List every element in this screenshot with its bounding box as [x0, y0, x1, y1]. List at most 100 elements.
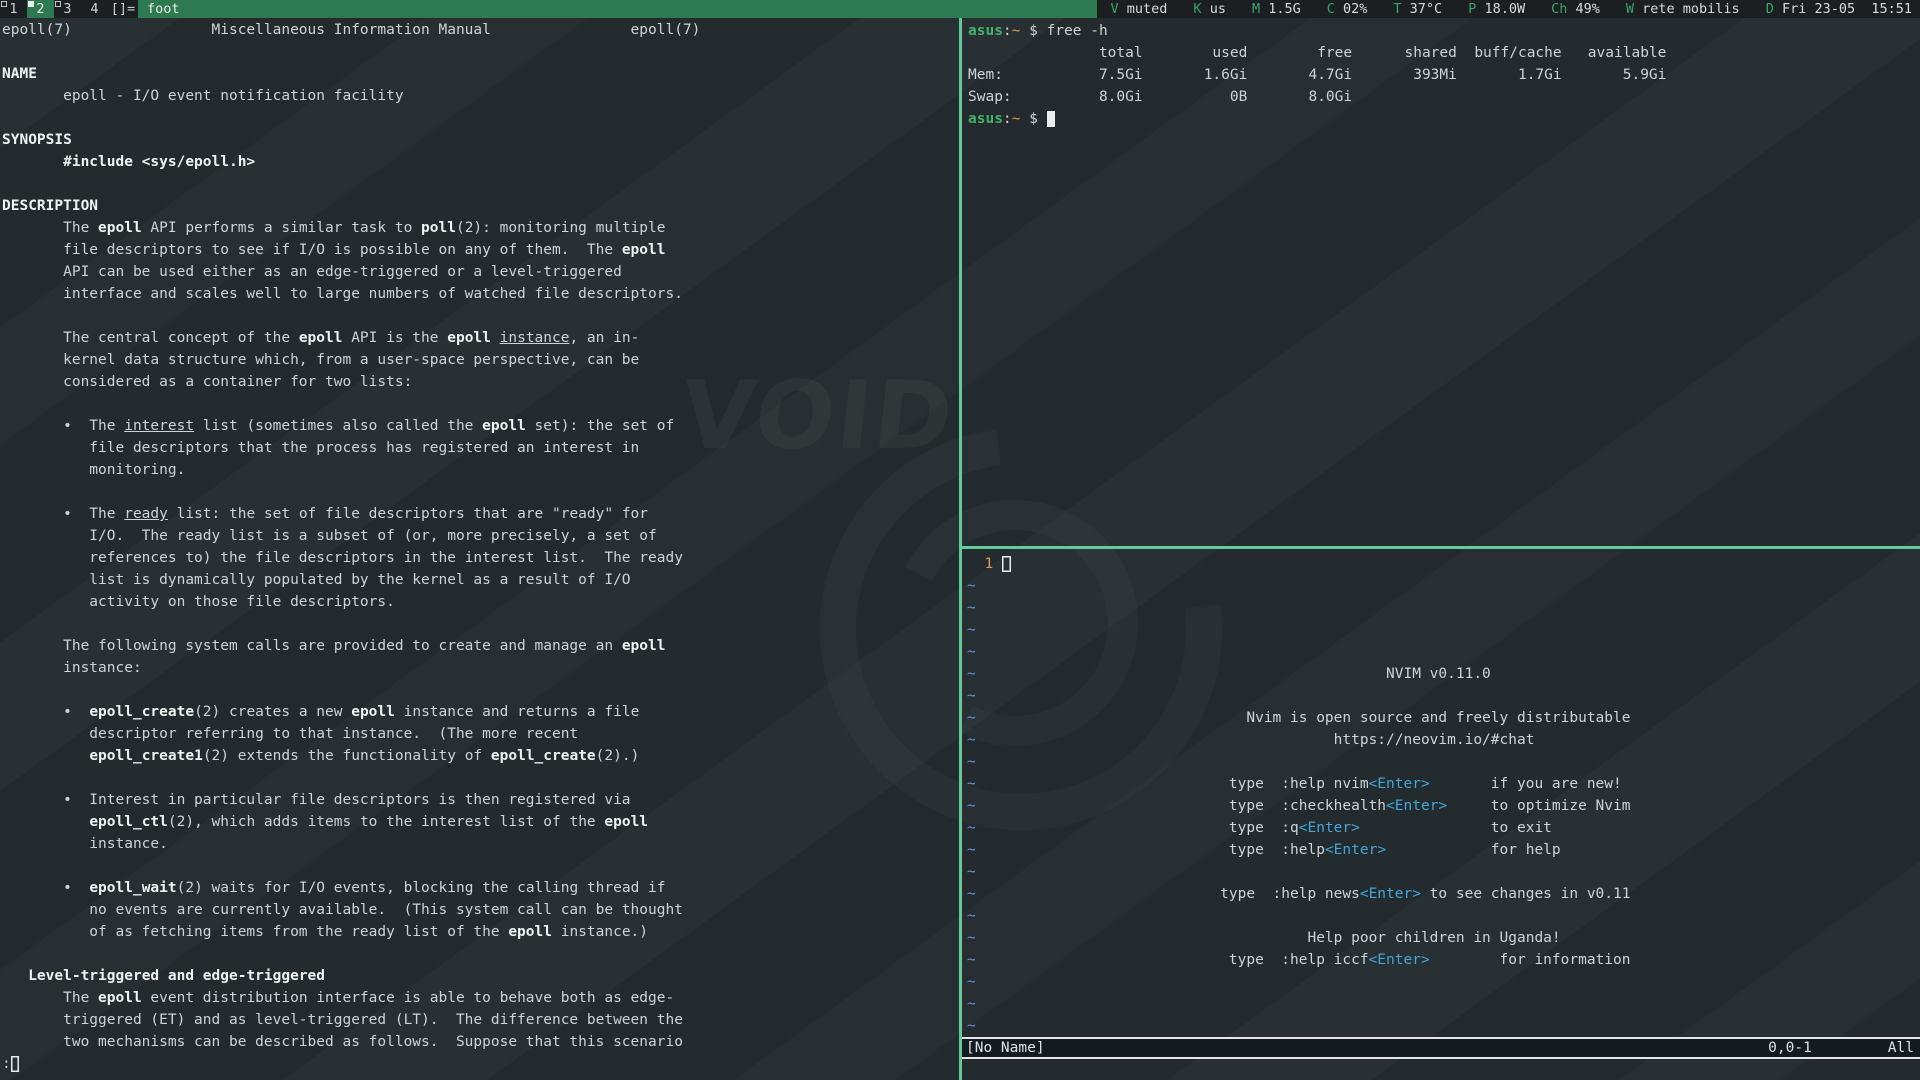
status-segment-Ch: Ch 49%	[1551, 0, 1600, 18]
man-line: • Interest in particular file descriptor…	[2, 789, 960, 811]
man-line: kernel data structure which, from a user…	[2, 349, 960, 371]
tag-indicator	[55, 1, 61, 7]
nvim-line: ~ Nvim is open source and freely distrib…	[967, 707, 1920, 729]
man-line: Level-triggered and edge-triggered	[2, 965, 960, 987]
man-line	[2, 107, 960, 129]
nvim-line: ~ Help poor children in Uganda!	[967, 927, 1920, 949]
nvim-line: ~ type :help<Enter> for help	[967, 839, 1920, 861]
man-line: API can be used either as an edge-trigge…	[2, 261, 960, 283]
man-line: list is dynamically populated by the ker…	[2, 569, 960, 591]
man-line: epoll(7) Miscellaneous Information Manua…	[2, 19, 960, 41]
tag-4[interactable]: 4	[81, 0, 108, 18]
status-segment-T: T 37°C	[1393, 0, 1442, 18]
nvim-line: ~	[967, 861, 1920, 883]
terminal-man-epoll[interactable]: epoll(7) Miscellaneous Information Manua…	[0, 18, 960, 1080]
man-line: two mechanisms can be described as follo…	[2, 1031, 960, 1053]
man-line	[2, 767, 960, 789]
man-line	[2, 41, 960, 63]
nvim-line: ~	[967, 905, 1920, 927]
status-segment-V: V muted	[1111, 0, 1168, 18]
nvim-line: ~	[967, 993, 1920, 1015]
status-segment-W: W rete mobilis	[1626, 0, 1740, 18]
man-line: triggered (ET) and as level-triggered (L…	[2, 1009, 960, 1031]
man-line: I/O. The ready list is a subset of (or, …	[2, 525, 960, 547]
man-line	[2, 481, 960, 503]
man-line: DESCRIPTION	[2, 195, 960, 217]
status-segment-D: D Fri 23-05 15:51	[1766, 0, 1912, 18]
man-line: The epoll API performs a similar task to…	[2, 217, 960, 239]
status-bar: 1234 []= foot V muted K us M 1.5G C 02% T 37…	[0, 0, 1920, 18]
nvim-line: ~ NVIM v0.11.0	[967, 663, 1920, 685]
terminal-free[interactable]: asus:~ $ free -h total used free shared …	[962, 18, 1920, 548]
tag-list: 1234	[0, 0, 108, 18]
terminal-line: asus:~ $ free -h	[968, 20, 1920, 42]
man-line: no events are currently available. (This…	[2, 899, 960, 921]
man-line	[2, 173, 960, 195]
man-line: epoll - I/O event notification facility	[2, 85, 960, 107]
man-line: epoll_create1(2) extends the functionali…	[2, 745, 960, 767]
man-line: file descriptors that the process has re…	[2, 437, 960, 459]
desktop: VOID 1234 []= foot V mutedK usM 1.5GC 02…	[0, 0, 1920, 1080]
buffer-name: [No Name]	[966, 1039, 1045, 1057]
status-segment-M: M 1.5G	[1252, 0, 1301, 18]
man-line: • epoll_wait(2) waits for I/O events, bl…	[2, 877, 960, 899]
man-line	[2, 393, 960, 415]
man-line: monitoring.	[2, 459, 960, 481]
nvim-buffer: 1 ~~~~~ NVIM v0.11.0~~ Nvim is open sour…	[962, 553, 1920, 1037]
nvim-cmdline	[962, 1059, 1920, 1080]
focused-window-title: foot	[138, 0, 1097, 18]
man-line: • epoll_create(2) creates a new epoll in…	[2, 701, 960, 723]
man-line: epoll_ctl(2), which adds items to the in…	[2, 811, 960, 833]
man-line	[2, 679, 960, 701]
cursor	[1047, 111, 1056, 127]
window-border-horizontal	[959, 546, 1920, 549]
status-segment-C: C 02%	[1327, 0, 1368, 18]
nvim-line: ~	[967, 971, 1920, 993]
scroll-indicator: All	[1888, 1039, 1914, 1057]
man-line: instance:	[2, 657, 960, 679]
nvim-editor[interactable]: 1 ~~~~~ NVIM v0.11.0~~ Nvim is open sour…	[962, 549, 1920, 1080]
tag-indicator	[1, 1, 7, 7]
nvim-line: ~	[967, 619, 1920, 641]
man-page-content: epoll(7) Miscellaneous Information Manua…	[2, 19, 960, 1075]
man-line: • The interest list (sometimes also call…	[2, 415, 960, 437]
man-line: interface and scales well to large numbe…	[2, 283, 960, 305]
tag-1[interactable]: 1	[0, 0, 27, 18]
man-line: activity on those file descriptors.	[2, 591, 960, 613]
nvim-line: ~	[967, 685, 1920, 707]
man-line: instance.	[2, 833, 960, 855]
nvim-line: 1	[967, 553, 1920, 575]
status-segment-P: P 18.0W	[1468, 0, 1525, 18]
status-segment-K: K us	[1193, 0, 1226, 18]
cursor	[1002, 556, 1011, 572]
nvim-line: ~	[967, 1015, 1920, 1037]
nvim-line: ~	[967, 641, 1920, 663]
man-line: #include <sys/epoll.h>	[2, 151, 960, 173]
cursor	[11, 1056, 20, 1072]
man-line: NAME	[2, 63, 960, 85]
nvim-line: ~ type :checkhealth<Enter> to optimize N…	[967, 795, 1920, 817]
man-line: • The ready list: the set of file descri…	[2, 503, 960, 525]
man-line	[2, 855, 960, 877]
man-line: descriptor referring to that instance. (…	[2, 723, 960, 745]
terminal-line: asus:~ $	[968, 108, 1920, 130]
man-line	[2, 943, 960, 965]
nvim-line: ~	[967, 597, 1920, 619]
man-line: :	[2, 1053, 960, 1075]
nvim-line: ~ type :help news<Enter> to see changes …	[967, 883, 1920, 905]
nvim-statusline: [No Name] 0,0-1 All	[962, 1037, 1920, 1059]
man-line: SYNOPSIS	[2, 129, 960, 151]
nvim-line: ~ https://neovim.io/#chat	[967, 729, 1920, 751]
layout-symbol[interactable]: []=	[108, 0, 138, 18]
nvim-line: ~ type :help iccf<Enter> for information	[967, 949, 1920, 971]
tag-2[interactable]: 2	[27, 0, 54, 18]
terminal-line: Swap: 8.0Gi 0B 8.0Gi	[968, 86, 1920, 108]
tag-3[interactable]: 3	[54, 0, 81, 18]
terminal-line: Mem: 7.5Gi 1.6Gi 4.7Gi 393Mi 1.7Gi 5.9Gi	[968, 64, 1920, 86]
window-border-vertical	[959, 18, 962, 1080]
nvim-line: ~	[967, 575, 1920, 597]
man-line: references to) the file descriptors in t…	[2, 547, 960, 569]
man-line: The central concept of the epoll API is …	[2, 327, 960, 349]
terminal-line: total used free shared buff/cache availa…	[968, 42, 1920, 64]
status-text: V muted K us M 1.5G C 02% T 37°C P 18.0W Ch 49…	[1097, 0, 1920, 18]
